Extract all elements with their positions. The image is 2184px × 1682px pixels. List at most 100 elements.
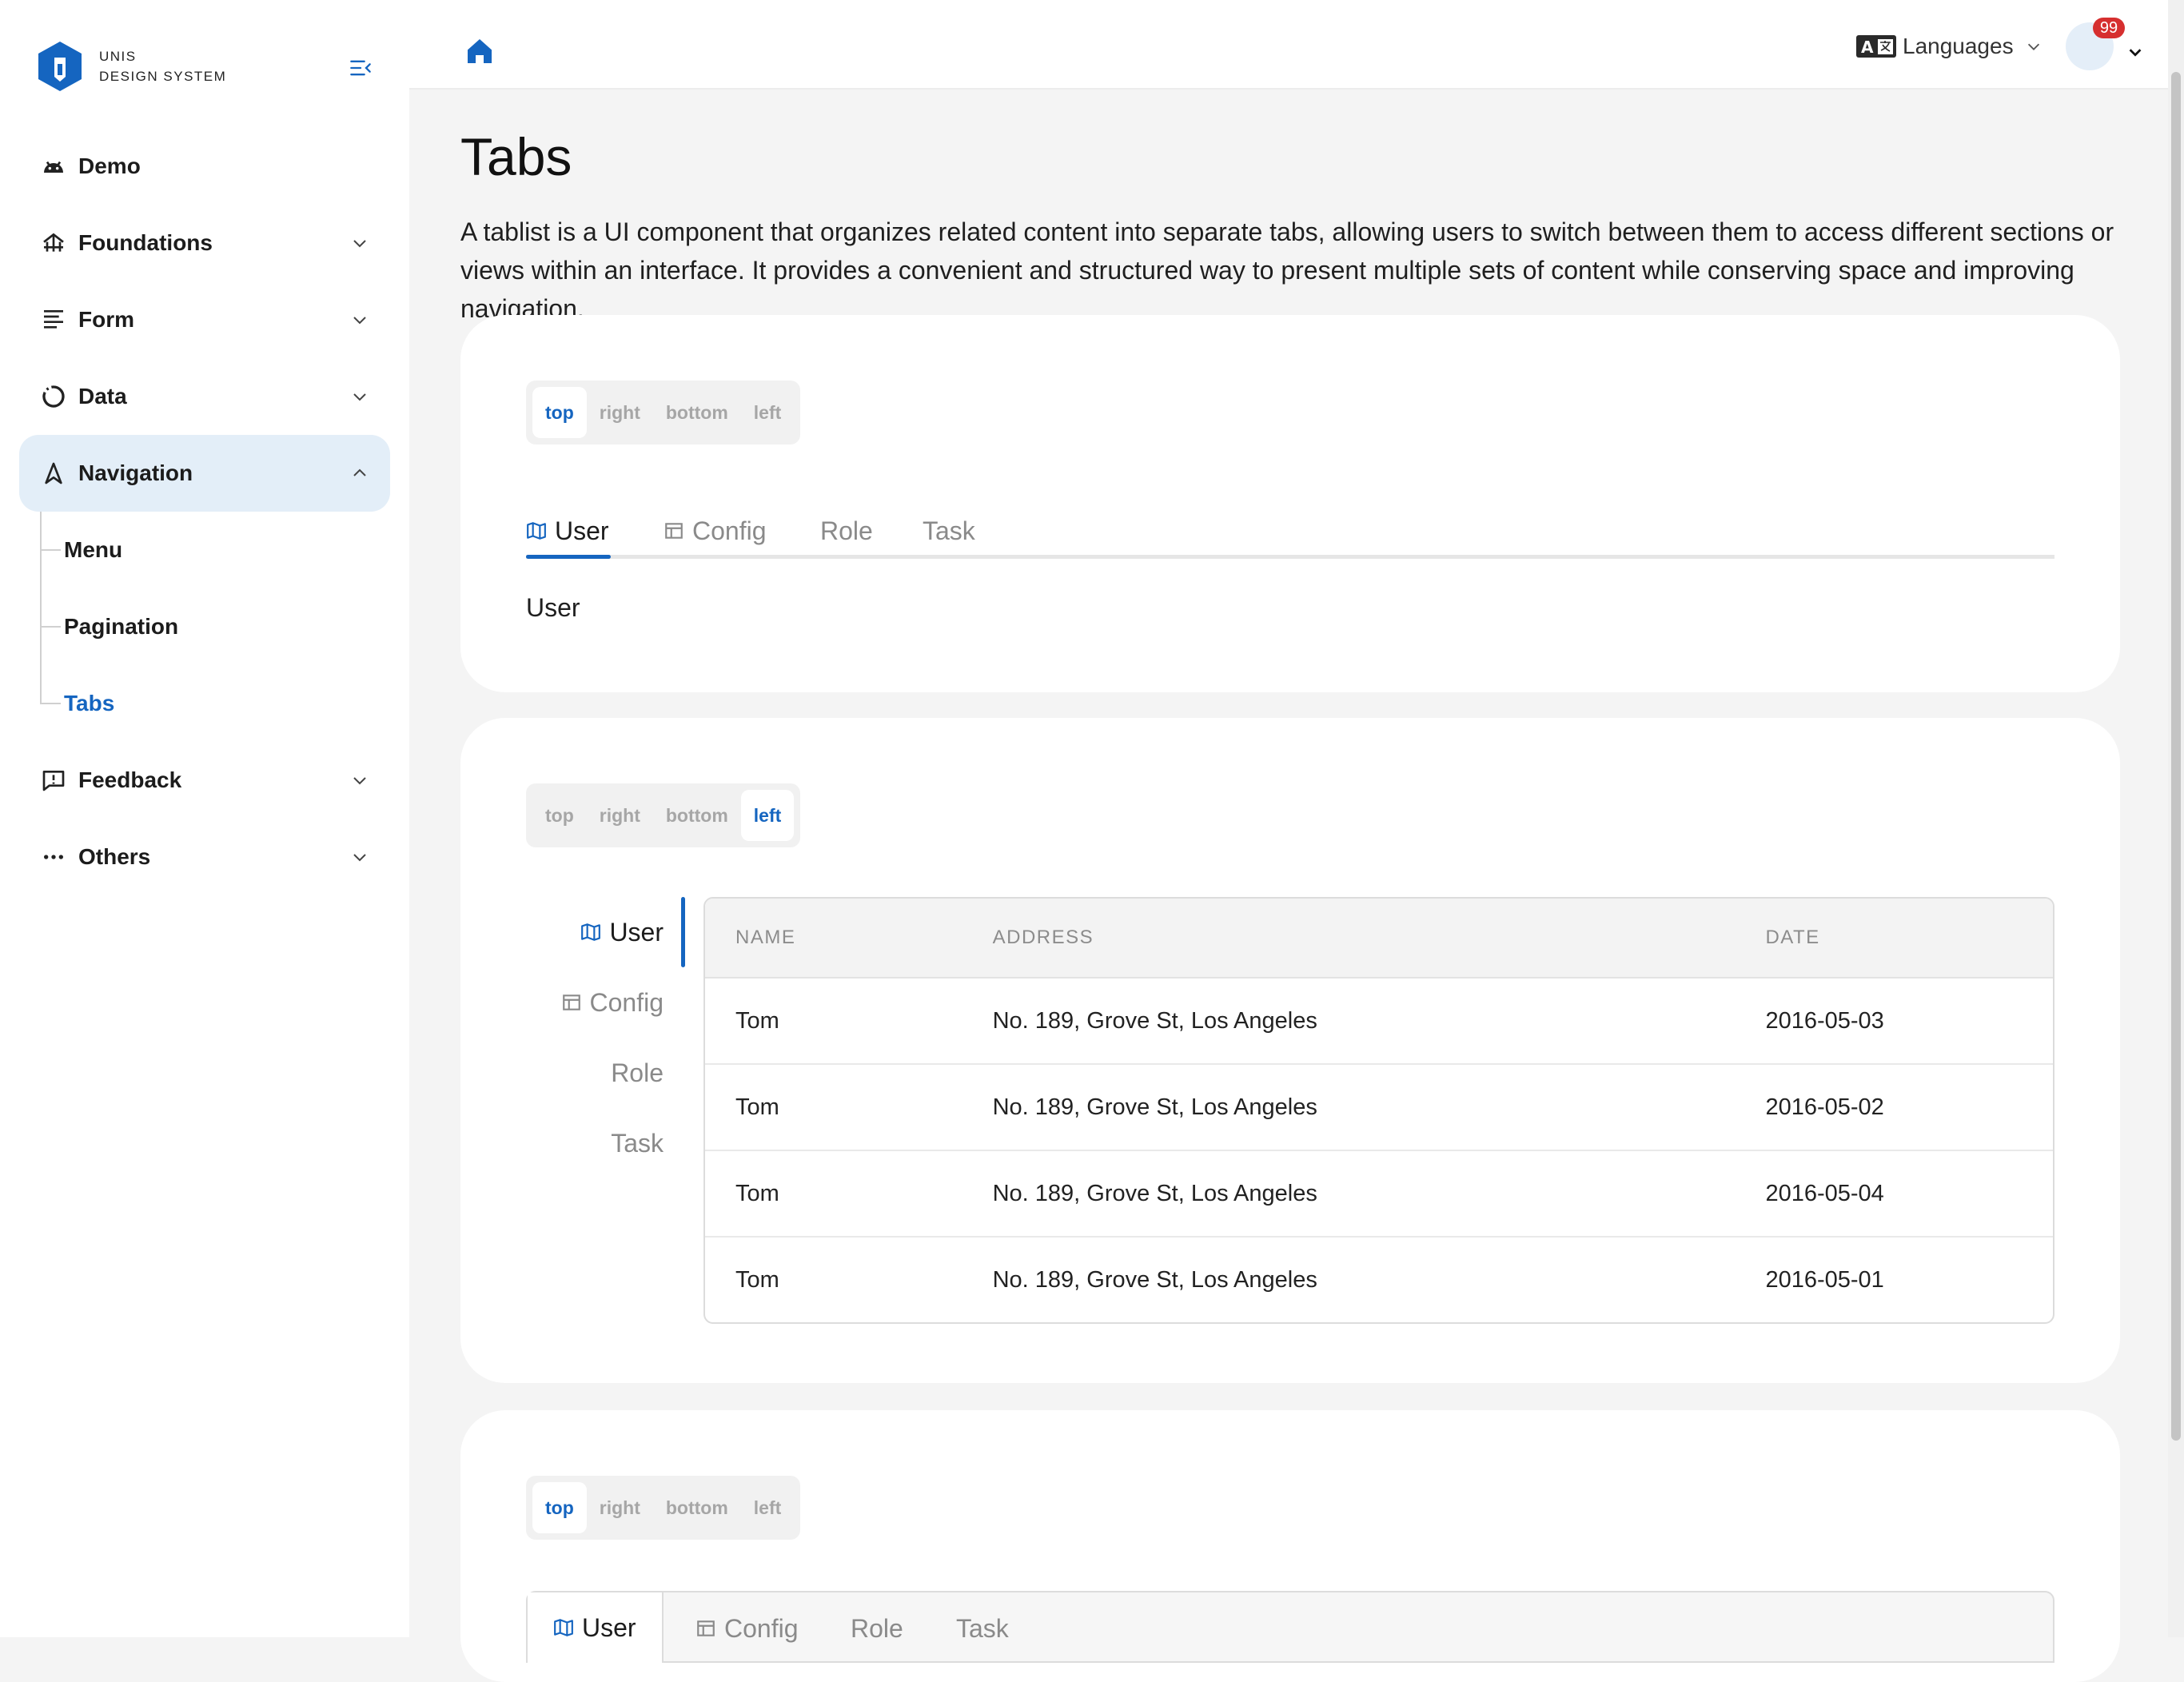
foundations-icon — [40, 229, 67, 257]
sidebar-item-navigation[interactable]: Navigation — [19, 435, 390, 512]
column-header-address: ADDRESS — [992, 927, 1094, 948]
position-option-right[interactable]: right — [587, 1482, 653, 1533]
cell-name: Tom — [735, 1094, 779, 1120]
tab-role[interactable]: Role — [820, 507, 873, 555]
cell-address: No. 189, Grove St, Los Angeles — [992, 1266, 1317, 1293]
tab-role[interactable]: Role — [851, 1592, 903, 1664]
sidebar-item-data[interactable]: Data — [19, 358, 390, 435]
sidebar-item-demo[interactable]: Demo — [19, 128, 390, 205]
tab-label: Role — [851, 1613, 903, 1643]
home-icon[interactable] — [464, 35, 496, 67]
cell-date: 2016-05-04 — [1765, 1180, 1884, 1206]
sidebar-subitem-menu[interactable]: Menu — [40, 526, 122, 574]
tree-connector — [40, 626, 61, 628]
tab-label: Role — [820, 516, 873, 545]
position-option-right[interactable]: right — [587, 790, 653, 841]
cell-date: 2016-05-02 — [1765, 1094, 1884, 1120]
chevron-down-icon — [353, 393, 366, 401]
sidebar-item-label: Data — [78, 384, 127, 409]
tab-label: User — [609, 917, 664, 947]
cell-address: No. 189, Grove St, Los Angeles — [992, 1007, 1317, 1034]
sidebar-item-label: Others — [78, 844, 151, 869]
tab-label: Config — [724, 1613, 799, 1643]
sidebar-item-form[interactable]: Form — [19, 281, 390, 358]
feedback-icon — [40, 767, 67, 794]
languages-label: Languages — [1903, 34, 2014, 58]
scrollbar-thumb[interactable] — [2171, 72, 2181, 1441]
tab-label: Task — [611, 1128, 664, 1158]
tab-config[interactable]: Config — [695, 1592, 799, 1664]
collapse-sidebar-button[interactable] — [347, 54, 374, 82]
pie-icon — [40, 383, 67, 410]
map-icon — [527, 522, 546, 540]
tab-panel-content: User — [526, 593, 580, 622]
chevron-down-icon[interactable] — [2126, 43, 2144, 61]
logo-line-2: DESIGN SYSTEM — [99, 69, 227, 84]
tab-task[interactable]: Task — [956, 1592, 1009, 1664]
tab-label: Config — [589, 987, 664, 1017]
cell-address: No. 189, Grove St, Los Angeles — [992, 1094, 1317, 1120]
page-title: Tabs — [460, 127, 572, 186]
tab-role[interactable]: Role — [611, 1038, 686, 1108]
active-tab-indicator — [681, 897, 685, 967]
table-row: Tom No. 189, Grove St, Los Angeles 2016-… — [705, 979, 2053, 1065]
position-option-bottom[interactable]: bottom — [653, 387, 741, 438]
chevron-down-icon — [353, 240, 366, 248]
position-option-left[interactable]: left — [741, 1482, 795, 1533]
position-option-top[interactable]: top — [532, 1482, 587, 1533]
tab-bar: User Config Role Task — [526, 507, 2054, 559]
cell-name: Tom — [735, 1266, 779, 1293]
position-option-top[interactable]: top — [532, 387, 587, 438]
table-icon — [562, 994, 580, 1010]
tab-user[interactable]: User — [528, 1592, 664, 1663]
chevron-down-icon — [353, 317, 366, 325]
demo-card-left: top right bottom left User Config Role T… — [460, 718, 2120, 1383]
map-icon — [581, 923, 601, 941]
sidebar-subitem-tabs[interactable]: Tabs — [40, 680, 114, 727]
map-icon — [554, 1619, 573, 1636]
cell-name: Tom — [735, 1007, 779, 1034]
demo-card-top: top right bottom left User Config Role T… — [460, 315, 2120, 692]
position-switch: top right bottom left — [526, 1476, 801, 1540]
hexagon-logo-icon — [38, 42, 82, 91]
position-option-right[interactable]: right — [587, 387, 653, 438]
tree-connector — [40, 703, 61, 704]
position-option-bottom[interactable]: bottom — [653, 1482, 741, 1533]
sidebar-item-label: Feedback — [78, 767, 182, 792]
sidebar-subitem-label: Tabs — [64, 691, 115, 715]
position-option-bottom[interactable]: bottom — [653, 790, 741, 841]
tab-label: User — [555, 516, 609, 545]
sidebar-item-label: Form — [78, 307, 134, 332]
card-tab-bar: User Config Role Task — [526, 1591, 2054, 1663]
table-icon — [665, 523, 683, 539]
position-option-left[interactable]: left — [740, 790, 795, 841]
form-icon — [40, 306, 67, 333]
logo-line-1: UNIS — [99, 49, 137, 64]
sidebar: UNIS DESIGN SYSTEM Demo Foundations Form… — [0, 0, 409, 1637]
tab-task[interactable]: Task — [611, 1108, 686, 1178]
sidebar-item-others[interactable]: Others — [19, 819, 390, 895]
logo-text: UNIS DESIGN SYSTEM — [99, 46, 226, 86]
tab-task[interactable]: Task — [923, 507, 975, 555]
tab-config[interactable]: Config — [664, 507, 767, 555]
vertical-tab-bar: User Config Role Task — [526, 897, 686, 1217]
cell-name: Tom — [735, 1180, 779, 1206]
table-header: NAME ADDRESS DATE — [705, 899, 2053, 979]
sidebar-subitem-pagination[interactable]: Pagination — [40, 603, 178, 651]
column-header-date: DATE — [1765, 927, 1820, 948]
languages-dropdown[interactable]: A Languages — [1856, 34, 2043, 59]
tab-label: Task — [956, 1613, 1009, 1643]
tab-user[interactable]: User — [580, 897, 686, 967]
cell-date: 2016-05-01 — [1765, 1266, 1884, 1293]
sidebar-item-foundations[interactable]: Foundations — [19, 205, 390, 281]
sidebar-subitem-label: Pagination — [64, 614, 179, 639]
position-option-top[interactable]: top — [532, 790, 587, 841]
more-icon — [40, 843, 67, 871]
position-option-left[interactable]: left — [741, 387, 795, 438]
tab-config[interactable]: Config — [561, 967, 687, 1038]
logo[interactable]: UNIS DESIGN SYSTEM — [37, 40, 226, 93]
tab-user[interactable]: User — [526, 507, 609, 555]
navigation-icon — [40, 460, 67, 487]
position-switch: top right bottom left — [526, 783, 801, 847]
sidebar-item-feedback[interactable]: Feedback — [19, 742, 390, 819]
